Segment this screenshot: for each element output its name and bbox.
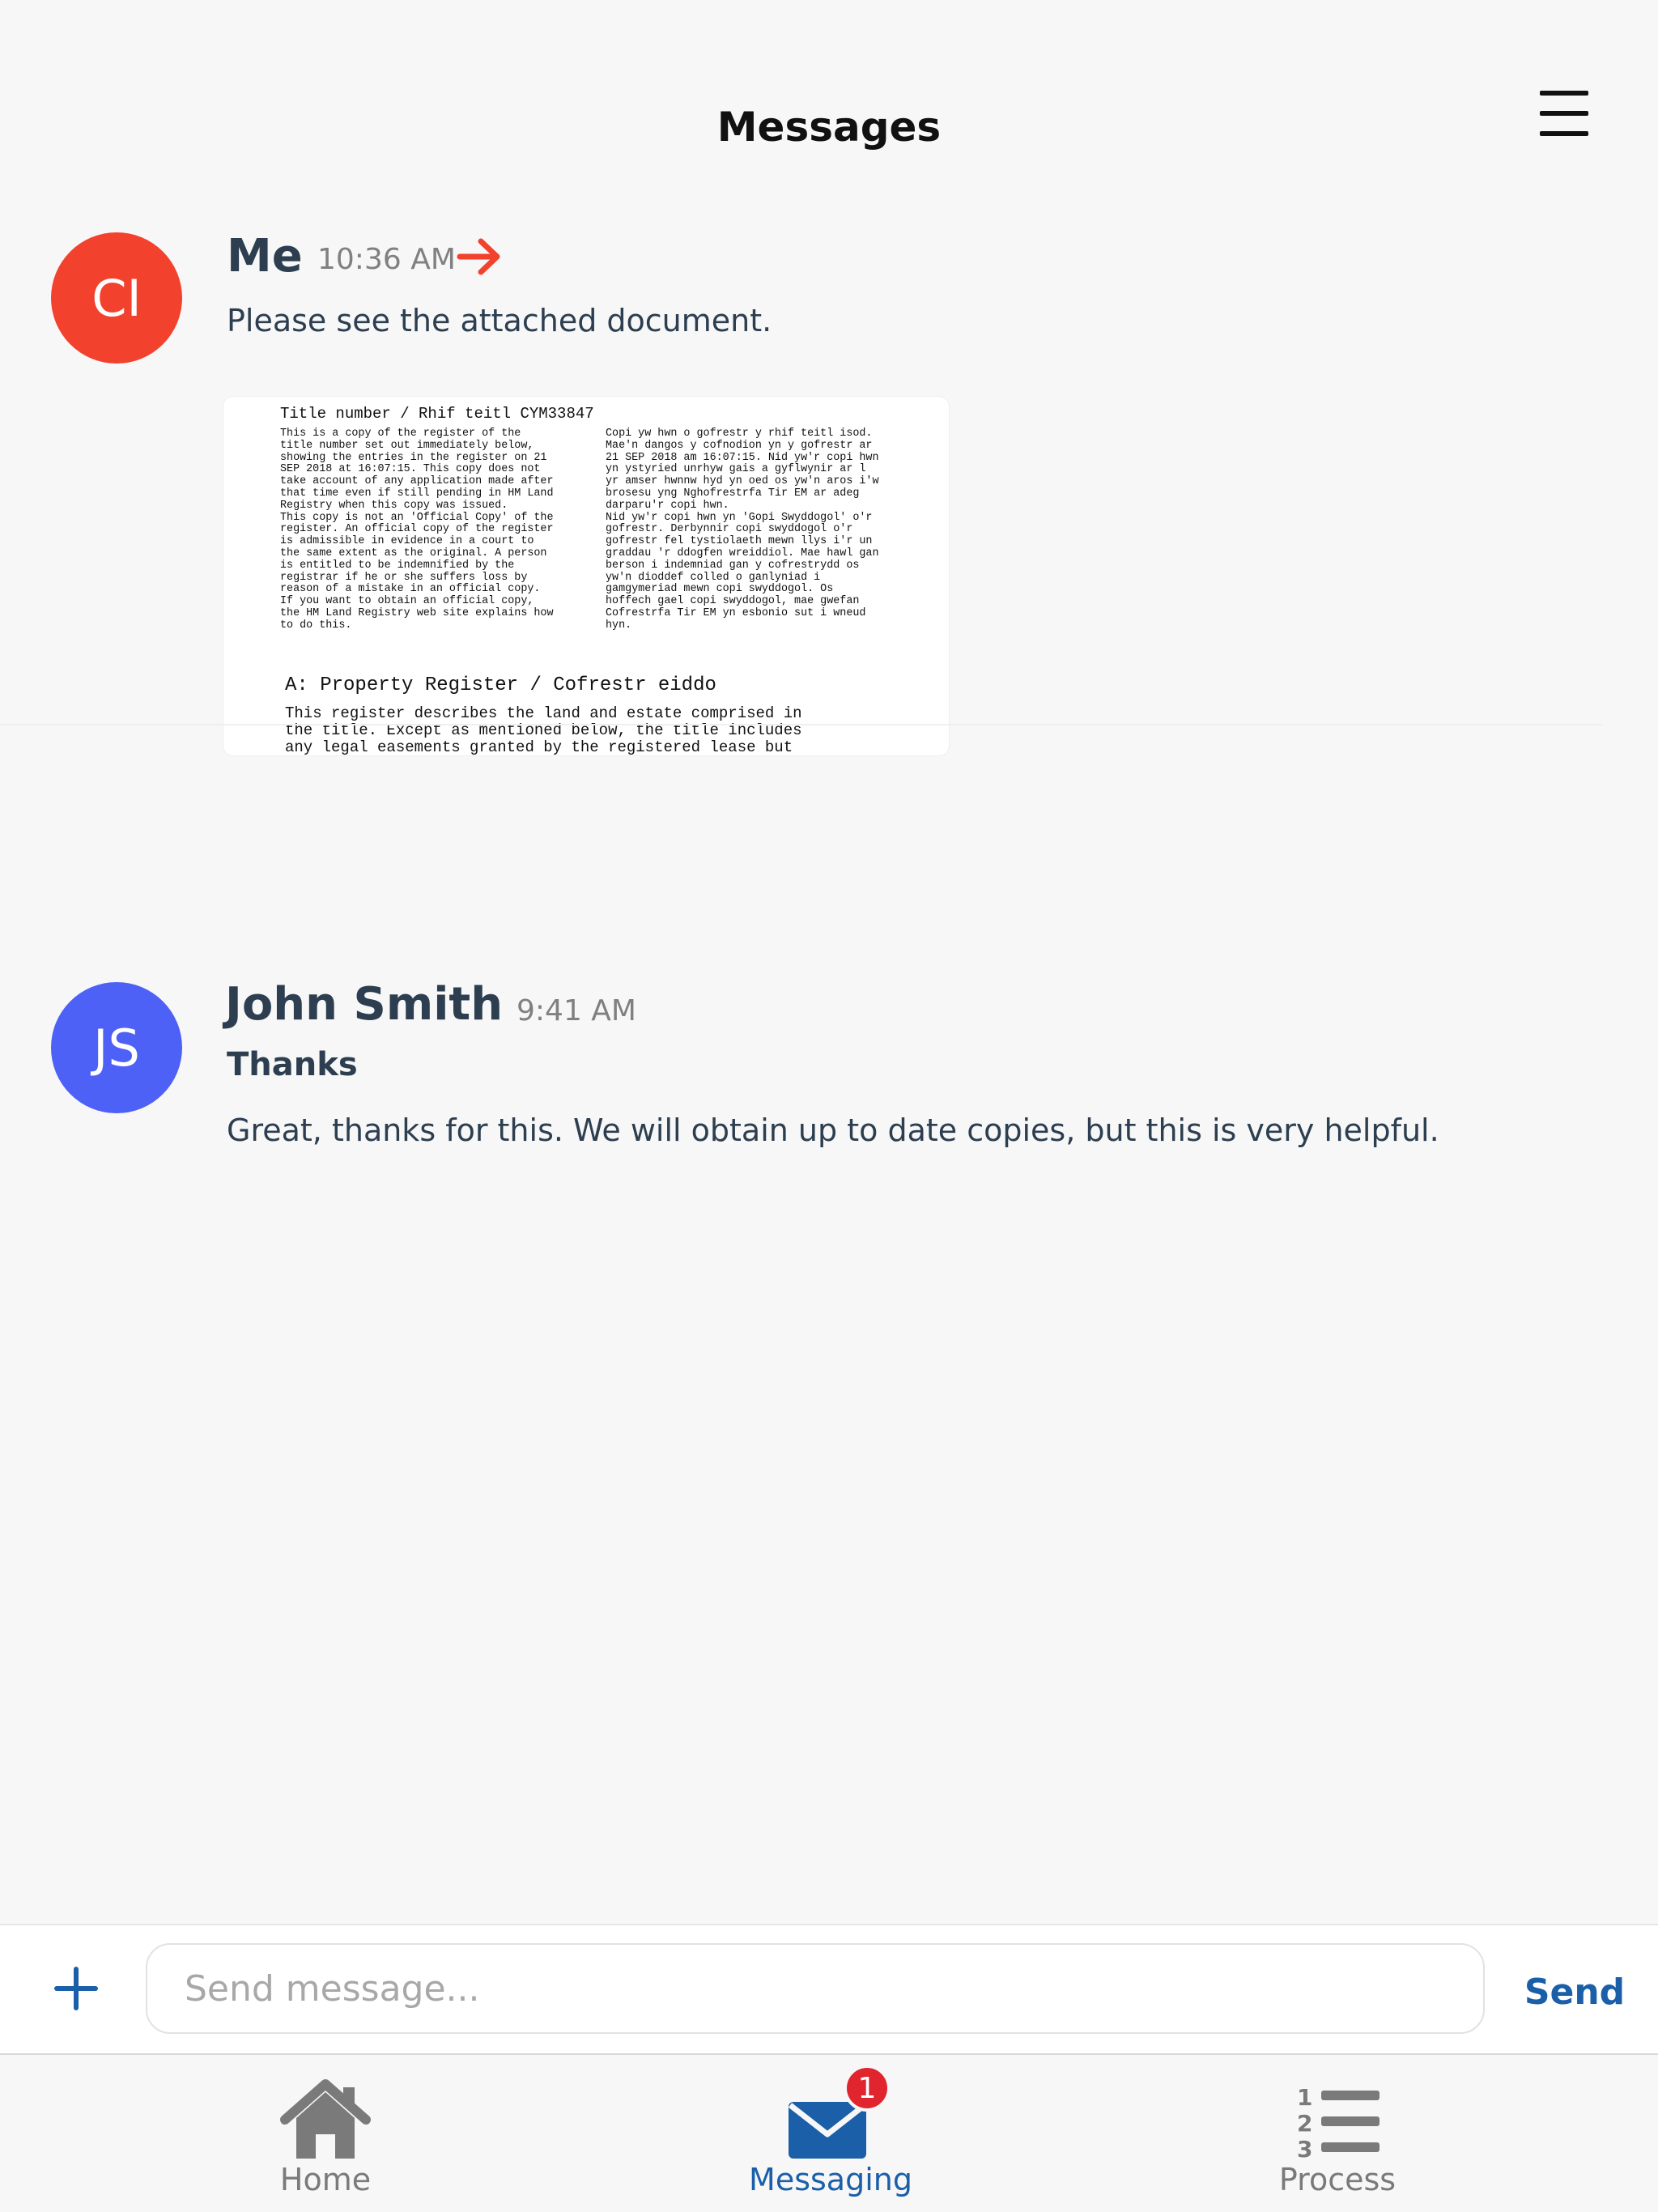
page-title: Messages bbox=[716, 104, 942, 151]
sender-name: Me bbox=[227, 230, 303, 283]
arrow-right-icon bbox=[457, 238, 500, 275]
home-icon bbox=[280, 2079, 371, 2159]
document-text-english: This is a copy of the register of the ti… bbox=[280, 428, 554, 632]
document-title-line: Title number / Rhif teitl CYM33847 bbox=[280, 405, 594, 423]
tab-label: Messaging bbox=[749, 2162, 912, 2197]
numbered-list-icon: 1 2 3 bbox=[1297, 2084, 1380, 2163]
hamburger-menu-icon[interactable] bbox=[1540, 91, 1588, 136]
message-subject: Thanks bbox=[227, 1046, 358, 1083]
message-time: 9:41 AM bbox=[517, 994, 636, 1027]
tab-bar: Home 1 Messaging 1 2 3 Process bbox=[0, 2053, 1658, 2212]
plus-icon[interactable] bbox=[53, 1966, 99, 2011]
svg-text:3: 3 bbox=[1297, 2136, 1312, 2163]
avatar: JS bbox=[51, 982, 182, 1113]
send-button[interactable]: Send bbox=[1506, 1967, 1643, 2016]
tab-home[interactable]: Home bbox=[164, 2055, 487, 2212]
document-text-welsh: Copi yw hwn o gofrestr y rhif teitl isod… bbox=[606, 428, 879, 632]
message-text: Great, thanks for this. We will obtain u… bbox=[227, 1112, 1439, 1148]
document-body: This register describes the land and est… bbox=[285, 704, 802, 756]
tab-process[interactable]: 1 2 3 Process bbox=[1175, 2055, 1499, 2212]
tab-label: Process bbox=[1278, 2162, 1397, 2197]
sender-name: John Smith bbox=[225, 978, 504, 1031]
document-section-title: A: Property Register / Cofrestr eiddo bbox=[285, 674, 716, 696]
document-attachment[interactable]: Title number / Rhif teitl CYM33847 This … bbox=[223, 397, 949, 755]
divider bbox=[0, 724, 1603, 725]
svg-text:2: 2 bbox=[1297, 2110, 1312, 2137]
messages-screen: Messages CI Me 10:36 AM Please see the a… bbox=[0, 0, 1658, 2212]
unread-badge: 1 bbox=[844, 2065, 891, 2112]
message-text: Please see the attached document. bbox=[227, 303, 772, 338]
tab-label: Home bbox=[279, 2162, 372, 2197]
avatar: CI bbox=[51, 232, 182, 364]
message-time: 10:36 AM bbox=[317, 243, 456, 276]
tab-messaging[interactable]: 1 Messaging bbox=[669, 2055, 993, 2212]
svg-text:1: 1 bbox=[1297, 2084, 1312, 2111]
message-input[interactable] bbox=[146, 1943, 1485, 2034]
